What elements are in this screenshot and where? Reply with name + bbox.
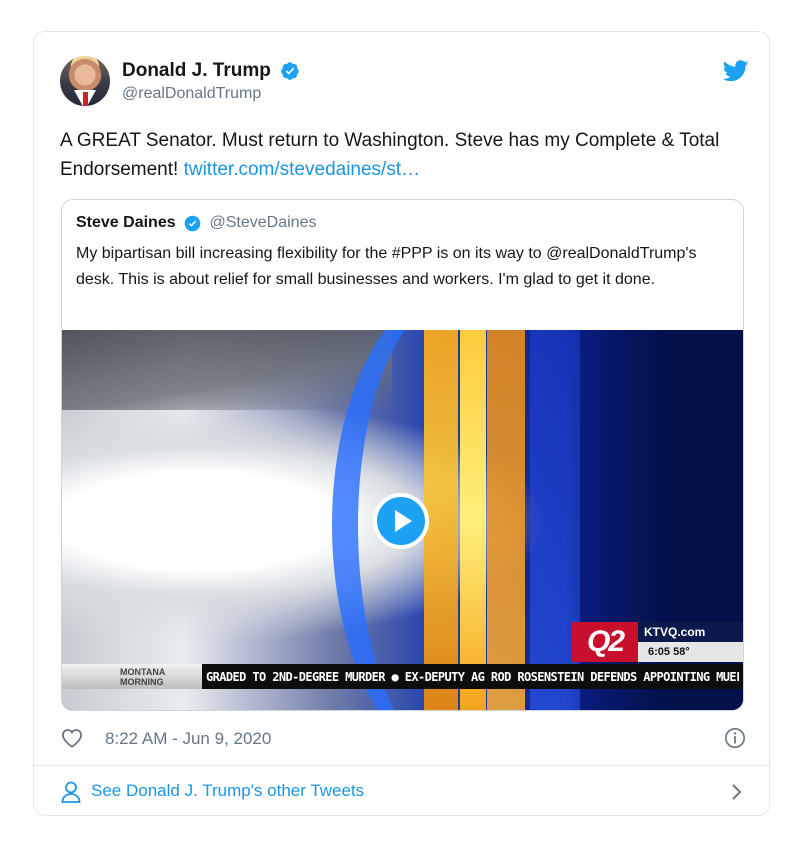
play-icon: [395, 510, 412, 532]
quoted-handle[interactable]: @SteveDaines: [210, 214, 317, 231]
video-player[interactable]: Q2 KTVQ.com 6:05 58° MONTANA MORNING GRA…: [62, 330, 743, 710]
station-time: 6:05 58°: [638, 642, 743, 662]
play-button[interactable]: [373, 493, 429, 549]
station-logo: Q2: [572, 622, 638, 662]
quoted-tweet[interactable]: Steve Daines @SteveDaines My bipartisan …: [61, 199, 744, 711]
heart-icon[interactable]: [61, 728, 83, 748]
tweet-header: Donald J. Trump @realDonaldTrump: [60, 56, 749, 112]
tweet-timestamp[interactable]: 8:22 AM - Jun 9, 2020: [105, 729, 271, 749]
tweet-body: A GREAT Senator. Must return to Washingt…: [60, 126, 750, 184]
author-avatar[interactable]: [60, 56, 110, 106]
verified-badge-icon: [281, 62, 300, 80]
news-ticker: MONTANA MORNING GRADED TO 2ND-DEGREE MUR…: [62, 664, 743, 689]
program-label: MONTANA MORNING: [62, 664, 202, 689]
chevron-right-icon[interactable]: [728, 782, 746, 802]
verified-badge-icon: [184, 215, 201, 231]
tweet-embed-card: Donald J. Trump @realDonaldTrump A GREAT…: [33, 31, 770, 816]
quoted-tweet-text: My bipartisan bill increasing flexibilit…: [76, 245, 697, 288]
quoted-tweet-header: Steve Daines @SteveDaines: [76, 214, 316, 232]
station-site: KTVQ.com: [638, 622, 743, 642]
see-other-tweets-link[interactable]: See Donald J. Trump's other Tweets: [91, 781, 364, 801]
footer-divider: [34, 765, 769, 766]
tweet-meta: 8:22 AM - Jun 9, 2020: [61, 726, 746, 752]
author-name-block[interactable]: Donald J. Trump @realDonaldTrump: [122, 60, 300, 103]
user-icon: [61, 781, 81, 803]
ticker-text: GRADED TO 2ND-DEGREE MURDER ● EX-DEPUTY …: [206, 670, 739, 684]
info-icon[interactable]: [724, 727, 746, 749]
tweet-link[interactable]: twitter.com/stevedaines/st…: [184, 159, 421, 180]
author-handle[interactable]: @realDonaldTrump: [122, 85, 300, 103]
other-tweets-footer[interactable]: See Donald J. Trump's other Tweets: [61, 776, 746, 808]
twitter-bird-icon[interactable]: [723, 60, 749, 82]
author-display-name[interactable]: Donald J. Trump: [122, 60, 271, 82]
quoted-display-name[interactable]: Steve Daines: [76, 214, 176, 231]
